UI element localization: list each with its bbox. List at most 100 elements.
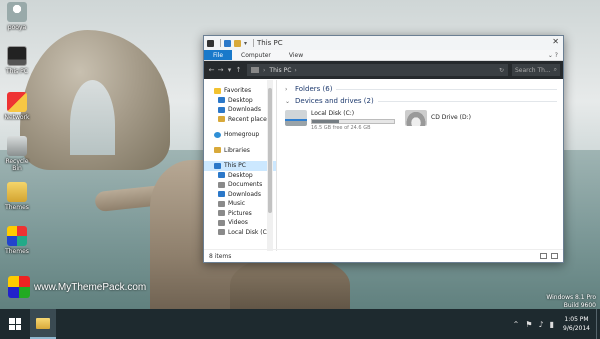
nav-item-local-disk[interactable]: Local Disk (C:): [204, 228, 276, 238]
new-folder-icon[interactable]: [234, 39, 241, 47]
up-arrow-icon[interactable]: ↑: [234, 66, 243, 74]
nav-item-label: Favorites: [224, 87, 252, 95]
chevron-down-icon[interactable]: ▾: [244, 40, 247, 47]
scrollbar-thumb[interactable]: [268, 88, 272, 213]
downloads-icon: [218, 106, 225, 113]
drive-cd-d[interactable]: CD Drive (D:): [405, 110, 471, 131]
start-button[interactable]: [0, 309, 30, 339]
computer-icon: [214, 162, 221, 169]
nav-item-favorites[interactable]: Favorites: [204, 86, 276, 96]
nav-item-label: Libraries: [224, 146, 250, 154]
nav-item-music[interactable]: Music: [204, 199, 276, 209]
explorer-window[interactable]: ▾ This PC ✕ File Computer View ⌄ ? ← → ▾…: [203, 35, 564, 263]
desktop-icon-themes-folder[interactable]: Themes: [0, 182, 34, 211]
desktop-icon-recycle-bin[interactable]: Recycle Bin: [0, 136, 34, 172]
desktop-icon-user[interactable]: pooya: [0, 2, 34, 31]
nav-item-this-pc[interactable]: This PC: [204, 161, 276, 171]
up-arrow-icon[interactable]: ⌃: [513, 320, 520, 329]
nav-item-desktop[interactable]: Desktop: [204, 171, 276, 181]
group-devices-and-drives[interactable]: ⌄ Devices and drives (2): [285, 95, 557, 107]
properties-icon[interactable]: [224, 39, 231, 47]
desktop-icon: [218, 97, 225, 104]
nav-scrollbar[interactable]: [267, 80, 273, 251]
breadcrumb-arrow: ›: [294, 66, 297, 74]
chevron-down-icon: ⌄: [285, 97, 291, 105]
close-button[interactable]: ✕: [552, 37, 559, 46]
star-icon: [214, 87, 221, 94]
show-desktop-button[interactable]: [596, 309, 600, 339]
nav-item-label: Music: [228, 200, 246, 208]
address-bar[interactable]: › This PC › ↻: [247, 64, 508, 76]
details-view-icon[interactable]: [540, 253, 547, 259]
nav-item-libraries[interactable]: Libraries: [204, 146, 276, 156]
drive-name: CD Drive (D:): [431, 114, 471, 121]
refresh-icon[interactable]: ↻: [499, 67, 504, 74]
large-icons-view-icon[interactable]: [551, 253, 558, 259]
cd-drive-icon: [405, 110, 427, 126]
nav-item-desktop[interactable]: Desktop: [204, 96, 276, 106]
nav-item-documents[interactable]: Documents: [204, 180, 276, 190]
back-arrow-icon[interactable]: ←: [207, 66, 216, 74]
clock[interactable]: 1:05 PM 9/6/2014: [563, 315, 590, 333]
address-row: ← → ▾ ↑ › This PC › ↻ Search Th... ⌕: [204, 61, 563, 79]
ribbon: File Computer View ⌄ ?: [204, 50, 563, 61]
drive-icon: [218, 229, 225, 236]
desktop-icon-network[interactable]: Network: [0, 92, 34, 121]
recent-places-icon: [218, 116, 225, 123]
system-tray: ⌃ ⚑ ♪ ▮ 1:05 PM 9/6/2014: [510, 309, 600, 339]
nav-item-label: Recent places: [228, 115, 270, 123]
libraries-icon: [214, 147, 221, 154]
group-divider: [377, 100, 557, 102]
taskbar-file-explorer[interactable]: [30, 309, 56, 339]
tab-file[interactable]: File: [204, 50, 233, 60]
desktop-icon-label: Themes: [5, 248, 29, 255]
nav-item-videos[interactable]: Videos: [204, 218, 276, 228]
drive-local-disk-c[interactable]: Local Disk (C:) 16.5 GB free of 24.6 GB: [285, 110, 395, 131]
search-placeholder: Search Th...: [515, 66, 551, 74]
flag-icon[interactable]: ⚑: [525, 320, 532, 329]
status-bar: 8 items: [204, 249, 563, 262]
desktop-icon-this-pc[interactable]: This PC: [0, 46, 34, 75]
windows-logo-icon: [9, 318, 21, 330]
theme-pack-icon: [7, 226, 27, 246]
group-folders[interactable]: › Folders (6): [285, 83, 557, 95]
folder-icon: [7, 182, 27, 202]
group-divider: [336, 88, 557, 90]
network-icon[interactable]: ▮: [550, 320, 554, 329]
title-bar[interactable]: ▾ This PC ✕: [204, 36, 563, 50]
pictures-icon: [218, 210, 225, 217]
hard-disk-icon: [285, 110, 307, 126]
nav-item-pictures[interactable]: Pictures: [204, 209, 276, 219]
version-line: Windows 8.1 Pro: [546, 294, 596, 301]
nav-item-label: Desktop: [228, 96, 253, 104]
recycle-bin-icon: [7, 136, 27, 156]
nav-item-downloads[interactable]: Downloads: [204, 105, 276, 115]
clock-time: 1:05 PM: [564, 316, 589, 323]
desktop-icon-label: Recycle Bin: [5, 158, 29, 172]
folder-icon: [36, 317, 50, 329]
group-label: Folders (6): [295, 85, 333, 93]
window-menu-icon[interactable]: [207, 39, 214, 47]
separator: [220, 39, 221, 47]
desktop-icon-label: Network: [4, 114, 30, 121]
nav-item-label: Downloads: [228, 106, 261, 114]
recent-dropdown-icon[interactable]: ▾: [225, 66, 234, 74]
search-box[interactable]: Search Th... ⌕: [512, 64, 560, 76]
group-label: Devices and drives (2): [295, 97, 374, 105]
nav-item-recent-places[interactable]: Recent places: [204, 115, 276, 125]
nav-item-label: This PC: [224, 162, 246, 170]
tab-view[interactable]: View: [280, 50, 312, 60]
nav-item-downloads[interactable]: Downloads: [204, 190, 276, 200]
volume-icon[interactable]: ♪: [539, 320, 544, 329]
homegroup-icon: [214, 131, 221, 138]
ribbon-expand-button[interactable]: ⌄ ?: [548, 50, 563, 60]
brand-watermark: www.MyThemePack.com: [8, 275, 146, 299]
desktop-icon-label: This PC: [6, 68, 28, 75]
forward-arrow-icon[interactable]: →: [216, 66, 225, 74]
nav-item-homegroup[interactable]: Homegroup: [204, 130, 276, 140]
taskbar: ⌃ ⚑ ♪ ▮ 1:05 PM 9/6/2014: [0, 309, 600, 339]
nav-item-label: Desktop: [228, 171, 253, 179]
computer-icon: [7, 46, 27, 66]
tab-computer[interactable]: Computer: [232, 50, 280, 60]
desktop-icon-theme-pack[interactable]: Themes: [0, 226, 34, 255]
